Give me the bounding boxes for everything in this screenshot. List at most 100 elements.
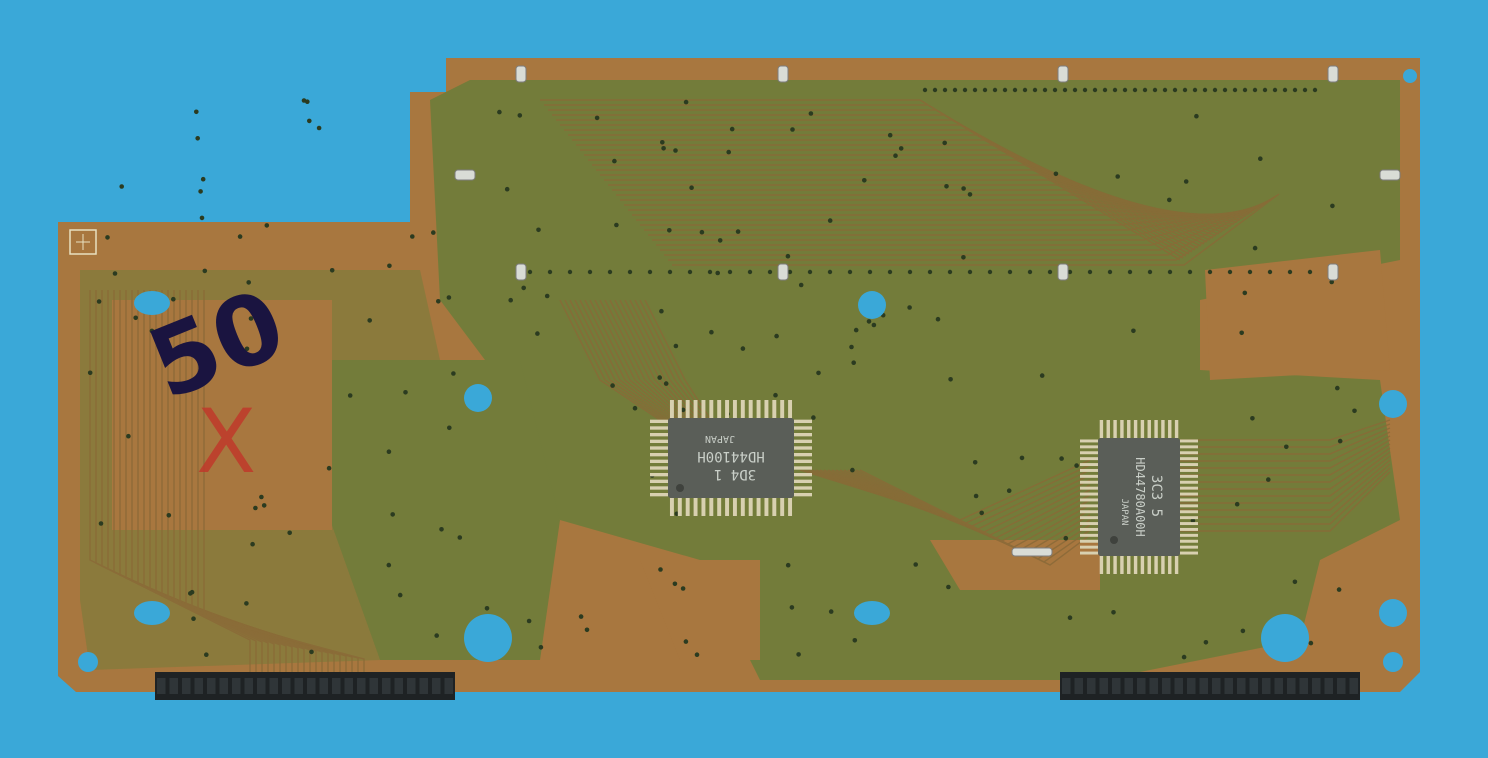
via [773, 392, 778, 398]
chip-pin [725, 400, 730, 418]
chip-pin [1161, 420, 1165, 438]
chip-pin [669, 498, 674, 516]
chip-pin [764, 400, 769, 418]
connector-pin [1087, 678, 1096, 694]
chip-pin [1080, 474, 1098, 478]
chip-pin [1080, 451, 1098, 455]
chip-pin [1080, 468, 1098, 472]
chip-pin [1147, 556, 1151, 574]
chip-pin [756, 498, 761, 516]
via [1266, 477, 1271, 482]
via [1122, 87, 1128, 93]
via [594, 115, 600, 121]
via [1287, 269, 1293, 275]
via [126, 433, 131, 439]
via [667, 228, 672, 233]
via [98, 521, 104, 526]
chip-pin [693, 498, 698, 516]
via [887, 132, 893, 138]
connector-pin [1137, 678, 1146, 694]
chip-label-line1: JAPAN [705, 433, 735, 444]
chip-pin [650, 466, 668, 470]
chip-pin [1133, 556, 1138, 574]
connector-pin [1299, 678, 1308, 694]
connector-pin [1262, 678, 1271, 694]
chip-pin [650, 486, 668, 490]
connector-pin [1199, 678, 1208, 694]
via [1162, 87, 1168, 93]
chip-pin [794, 446, 812, 450]
via [785, 562, 791, 568]
via [694, 652, 700, 657]
chip-pin [1080, 551, 1098, 555]
chip-pin [1180, 522, 1198, 526]
chip-pin [1147, 420, 1151, 438]
via [244, 601, 249, 606]
chip-pin [1180, 516, 1198, 520]
chip-pin [756, 400, 761, 418]
via [699, 229, 705, 235]
via [1239, 330, 1244, 336]
connector-pin [1162, 678, 1171, 694]
chip-pin [650, 433, 668, 437]
via [1002, 87, 1008, 93]
chip-pin [794, 419, 812, 423]
via [673, 343, 679, 349]
via [1192, 87, 1198, 93]
chip-pin [1161, 556, 1165, 574]
via [316, 125, 322, 131]
via [827, 269, 833, 275]
connector-pin [194, 678, 203, 694]
via [431, 230, 436, 235]
via [447, 425, 452, 431]
chip-pin [1080, 480, 1098, 484]
chip-pin [650, 453, 668, 457]
via [1202, 87, 1208, 93]
chip-pin [709, 498, 714, 516]
via [789, 605, 795, 610]
connector-pin [157, 678, 166, 694]
chip-pin [1180, 545, 1198, 549]
via [942, 140, 947, 146]
via [610, 383, 615, 388]
connector-pin [169, 678, 178, 694]
chip-pin [709, 400, 714, 418]
via [1112, 87, 1118, 93]
chip-pin [732, 400, 737, 418]
chip-pin [677, 498, 682, 516]
via [726, 149, 731, 155]
via [202, 268, 208, 274]
via [1222, 87, 1228, 93]
via [972, 460, 978, 465]
chip-pin [1180, 463, 1198, 467]
via [729, 126, 735, 132]
connector-pin [182, 678, 191, 694]
via [774, 333, 779, 339]
via [992, 87, 998, 93]
connector-pin [1212, 678, 1221, 694]
connector-pin [319, 678, 328, 694]
via [657, 375, 662, 380]
chip-pin [1080, 504, 1098, 508]
chip-pin [794, 486, 812, 490]
via [1292, 87, 1298, 93]
connector-pin [1249, 678, 1258, 694]
chip-pin [650, 479, 668, 483]
connector-pin [244, 678, 253, 694]
chip-pin [1113, 556, 1117, 574]
chip-pin [725, 498, 730, 516]
via [1132, 87, 1138, 93]
chip-label-line1: 3C3 5 [1148, 475, 1164, 517]
connector-pin [1112, 678, 1121, 694]
via [112, 271, 118, 276]
chip-pin [650, 473, 668, 477]
connector-pin [1224, 678, 1233, 694]
via [707, 269, 713, 275]
via [259, 494, 264, 500]
via [1022, 87, 1028, 93]
connector-pin [432, 678, 441, 694]
via [1087, 269, 1093, 275]
via [735, 229, 741, 234]
chip-pin [1180, 551, 1198, 555]
via [967, 269, 973, 275]
